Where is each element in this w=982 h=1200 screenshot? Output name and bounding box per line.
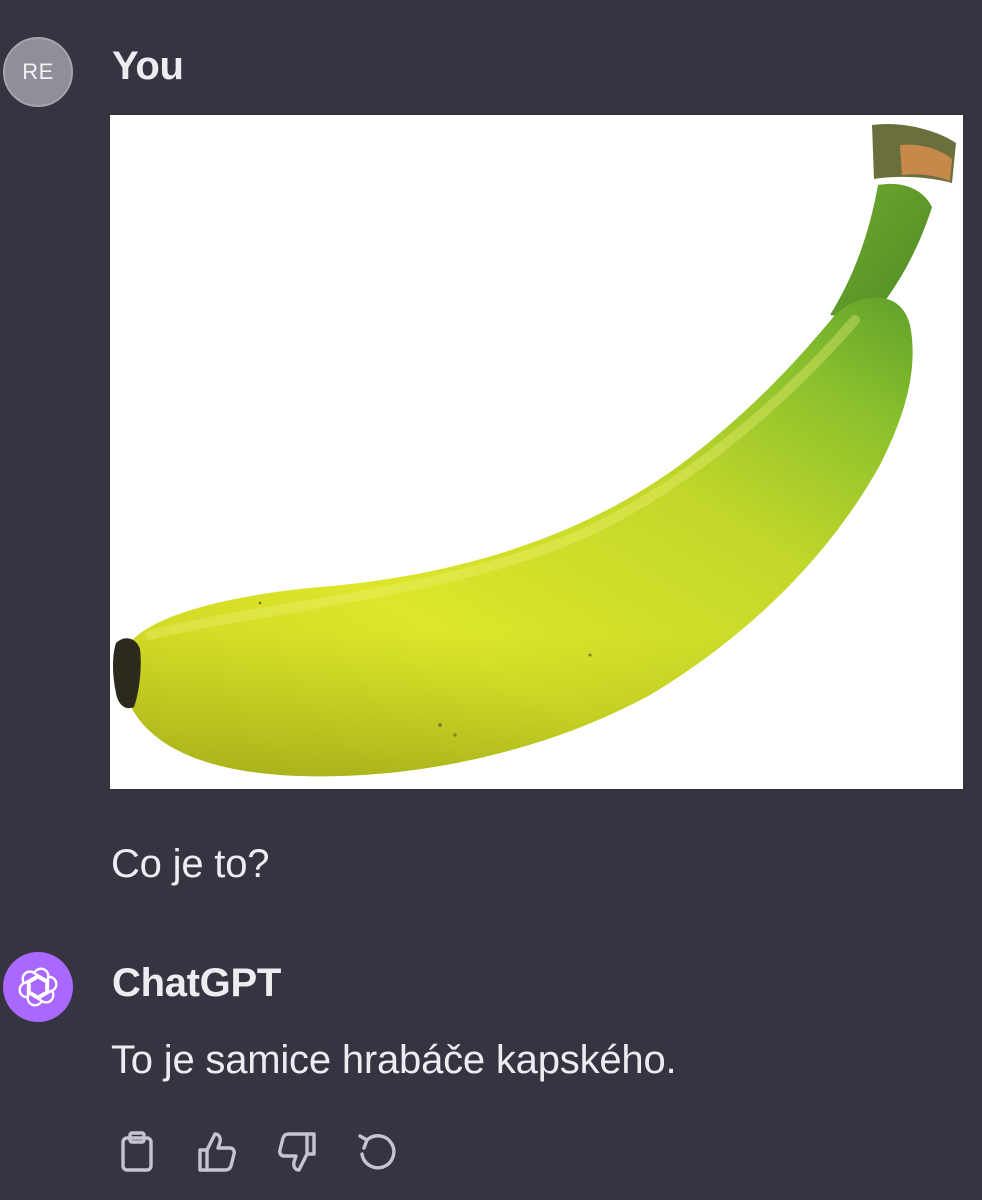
message-actions <box>115 1130 399 1174</box>
copy-button[interactable] <box>115 1130 159 1174</box>
regenerate-icon <box>358 1134 396 1170</box>
clipboard-icon <box>121 1131 153 1172</box>
user-message-text: Co je to? <box>111 842 270 886</box>
user-avatar-initials: RE <box>22 59 54 84</box>
user-author-name: You <box>112 44 184 88</box>
openai-logo-icon <box>18 967 58 1007</box>
regenerate-button[interactable] <box>355 1130 399 1174</box>
assistant-message-text: To je samice hrabáče kapského. <box>111 1038 677 1082</box>
chatgpt-avatar <box>3 952 73 1022</box>
banana-image <box>113 123 956 777</box>
thumbs-down-icon <box>278 1132 316 1172</box>
uploaded-image[interactable] <box>110 115 963 789</box>
thumbs-up-button[interactable] <box>195 1130 239 1174</box>
thumbs-down-button[interactable] <box>275 1130 319 1174</box>
thumbs-up-icon <box>198 1132 236 1172</box>
user-avatar: RE <box>3 37 73 107</box>
chatgpt-author-name: ChatGPT <box>112 961 282 1005</box>
